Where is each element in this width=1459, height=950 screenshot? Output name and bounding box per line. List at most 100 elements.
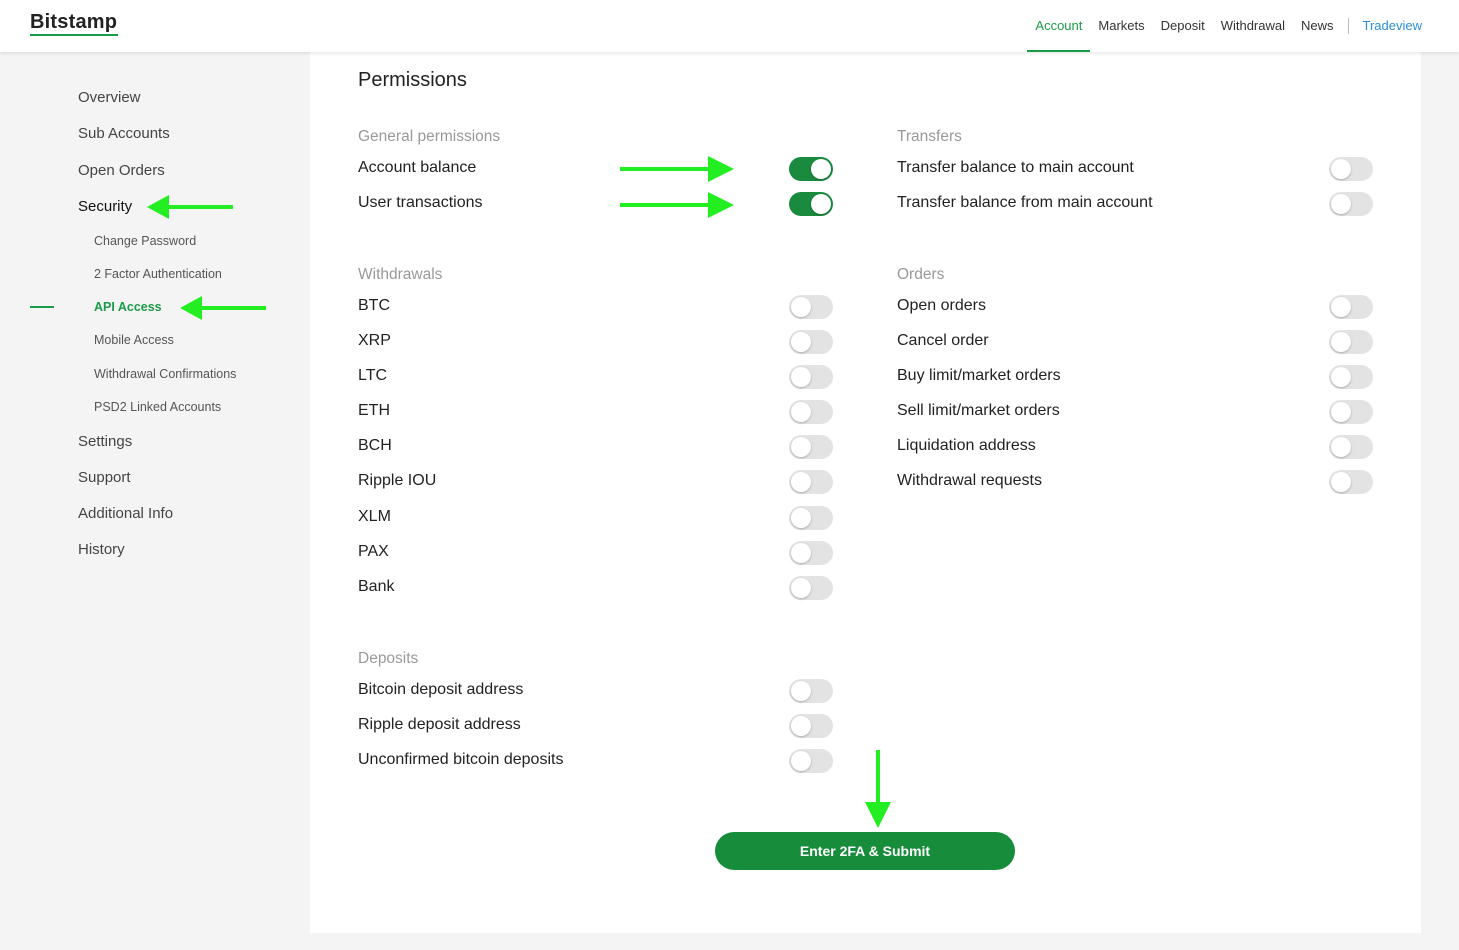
top-bar: Bitstamp Account Markets Deposit Withdra… (0, 0, 1459, 52)
permission-label: ETH (358, 402, 390, 419)
permission-label: Ripple deposit address (358, 716, 521, 733)
toggle-knob (791, 367, 811, 387)
toggle-sell-orders[interactable] (1329, 400, 1373, 424)
toggle-transfer-to-main[interactable] (1329, 157, 1373, 181)
toggle-knob (811, 159, 831, 179)
toggle-withdraw-ltc[interactable] (789, 365, 833, 389)
toggle-knob (791, 472, 811, 492)
sidebar-item-additional-info[interactable]: Additional Info (78, 505, 173, 522)
toggle-withdraw-ripple-iou[interactable] (789, 470, 833, 494)
toggle-knob (791, 297, 811, 317)
permission-label: Open orders (897, 297, 986, 314)
permission-label: PAX (358, 543, 389, 560)
toggle-knob (1331, 367, 1351, 387)
sidebar-sub-psd2-linked-accounts[interactable]: PSD2 Linked Accounts (94, 400, 221, 414)
annotation-arrow-down-icon (865, 750, 891, 828)
sidebar-sub-2fa[interactable]: 2 Factor Authentication (94, 267, 222, 281)
toggle-knob (1331, 472, 1351, 492)
sidebar-item-sub-accounts[interactable]: Sub Accounts (78, 125, 170, 142)
permission-label: XLM (358, 508, 391, 525)
permission-label: BTC (358, 297, 390, 314)
toggle-knob (791, 716, 811, 736)
sidebar-sub-mobile-access[interactable]: Mobile Access (94, 333, 174, 347)
toggle-unconfirmed-bitcoin-deposits[interactable] (789, 749, 833, 773)
toggle-ripple-deposit-address[interactable] (789, 714, 833, 738)
sidebar-item-history[interactable]: History (78, 541, 125, 558)
page-title: Permissions (358, 69, 467, 91)
sidebar-sub-withdrawal-confirmations[interactable]: Withdrawal Confirmations (94, 367, 236, 381)
permission-label: Transfer balance from main account (897, 194, 1153, 211)
nav-account[interactable]: Account (1027, 0, 1091, 52)
toggle-knob (791, 681, 811, 701)
sidebar-item-open-orders[interactable]: Open Orders (78, 162, 165, 179)
sidebar-sub-api-access[interactable]: API Access (94, 300, 162, 314)
toggle-account-balance[interactable] (789, 157, 833, 181)
nav-markets[interactable]: Markets (1098, 0, 1144, 52)
toggle-knob (811, 194, 831, 214)
toggle-knob (1331, 194, 1351, 214)
toggle-knob (1331, 332, 1351, 352)
toggle-knob (1331, 402, 1351, 422)
bitstamp-logo[interactable]: Bitstamp (30, 11, 117, 34)
sidebar: Overview Sub Accounts Open Orders Securi… (0, 52, 310, 950)
permission-label: Liquidation address (897, 437, 1036, 454)
toggle-withdraw-pax[interactable] (789, 541, 833, 565)
permission-label: User transactions (358, 194, 483, 211)
permission-label: Bank (358, 578, 395, 595)
toggle-bitcoin-deposit-address[interactable] (789, 679, 833, 703)
toggle-open-orders[interactable] (1329, 295, 1373, 319)
toggle-withdraw-xlm[interactable] (789, 506, 833, 530)
toggle-knob (791, 578, 811, 598)
permission-label: Buy limit/market orders (897, 367, 1061, 384)
toggle-transfer-from-main[interactable] (1329, 192, 1373, 216)
toggle-withdraw-xrp[interactable] (789, 330, 833, 354)
toggle-knob (791, 508, 811, 528)
enter-2fa-submit-button[interactable]: Enter 2FA & Submit (715, 832, 1015, 870)
sidebar-item-overview[interactable]: Overview (78, 89, 141, 106)
toggle-buy-orders[interactable] (1329, 365, 1373, 389)
toggle-cancel-order[interactable] (1329, 330, 1373, 354)
toggle-withdraw-eth[interactable] (789, 400, 833, 424)
section-orders: Orders (897, 266, 945, 283)
toggle-knob (1331, 159, 1351, 179)
nav-withdrawal[interactable]: Withdrawal (1221, 0, 1285, 52)
permission-label: BCH (358, 437, 392, 454)
active-indicator (30, 306, 54, 308)
toggle-withdraw-bch[interactable] (789, 435, 833, 459)
toggle-withdraw-btc[interactable] (789, 295, 833, 319)
permission-label: Sell limit/market orders (897, 402, 1060, 419)
toggle-withdrawal-requests[interactable] (1329, 470, 1373, 494)
sidebar-item-security[interactable]: Security (78, 198, 132, 215)
top-navigation: Account Markets Deposit Withdrawal News … (1019, 0, 1422, 52)
permission-label: Unconfirmed bitcoin deposits (358, 751, 564, 768)
toggle-liquidation-address[interactable] (1329, 435, 1373, 459)
nav-tradeview[interactable]: Tradeview (1363, 0, 1422, 52)
section-transfers: Transfers (897, 128, 962, 145)
annotation-arrow-left-icon (147, 195, 233, 219)
toggle-knob (791, 332, 811, 352)
permission-label: Ripple IOU (358, 472, 437, 489)
toggle-withdraw-bank[interactable] (789, 576, 833, 600)
sidebar-item-settings[interactable]: Settings (78, 433, 132, 450)
permission-label: Cancel order (897, 332, 989, 349)
sidebar-item-support[interactable]: Support (78, 469, 131, 486)
permission-label: Withdrawal requests (897, 472, 1042, 489)
nav-news[interactable]: News (1301, 0, 1334, 52)
section-general-permissions: General permissions (358, 128, 501, 145)
toggle-user-transactions[interactable] (789, 192, 833, 216)
toggle-knob (791, 437, 811, 457)
annotation-arrow-right-icon (620, 192, 734, 218)
annotation-arrow-right-icon (620, 156, 734, 182)
logo-underline (30, 34, 118, 36)
nav-separator (1347, 18, 1349, 34)
permission-label: Bitcoin deposit address (358, 681, 524, 698)
nav-deposit[interactable]: Deposit (1161, 0, 1205, 52)
toggle-knob (791, 751, 811, 771)
sidebar-sub-change-password[interactable]: Change Password (94, 234, 196, 248)
annotation-arrow-left-icon (180, 296, 266, 320)
section-withdrawals: Withdrawals (358, 266, 443, 283)
toggle-knob (791, 402, 811, 422)
permission-label: LTC (358, 367, 388, 384)
toggle-knob (1331, 297, 1351, 317)
permission-label: XRP (358, 332, 391, 349)
